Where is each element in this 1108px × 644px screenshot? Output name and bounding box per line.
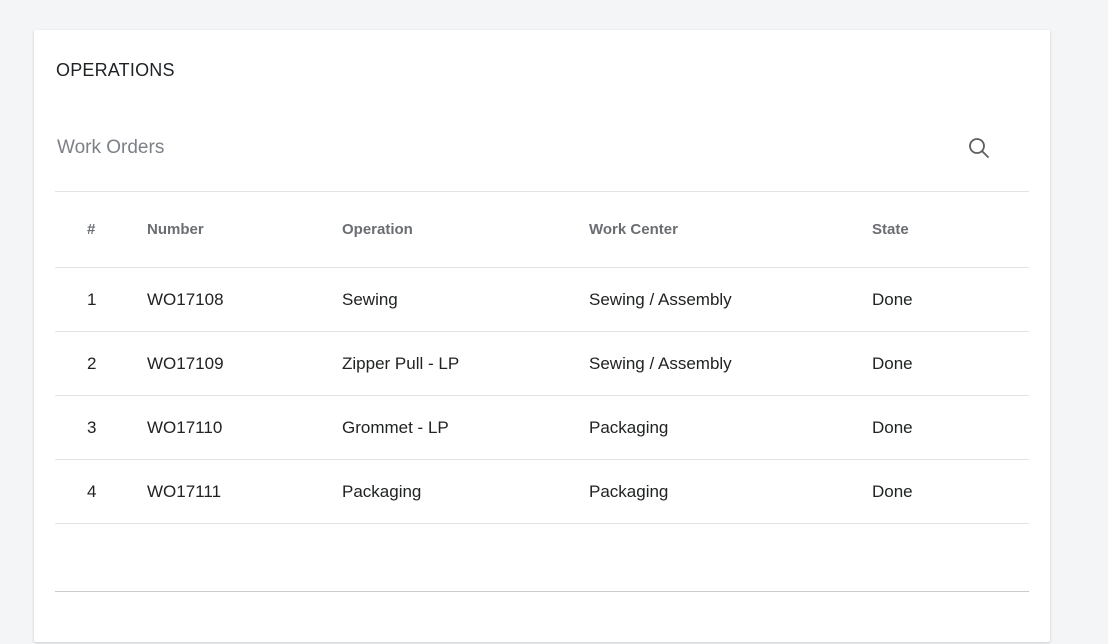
cell-index: 1 xyxy=(55,267,147,332)
cell-number: WO17108 xyxy=(147,267,342,332)
operations-table: # Number Operation Work Center State 1 W… xyxy=(55,192,1029,524)
cell-state: Done xyxy=(872,331,1029,396)
cell-index: 4 xyxy=(55,459,147,524)
cell-operation: Zipper Pull - LP xyxy=(342,331,589,396)
cell-work-center: Packaging xyxy=(589,459,872,524)
cell-work-center: Packaging xyxy=(589,395,872,460)
column-header-work-center[interactable]: Work Center xyxy=(589,192,872,268)
cell-operation: Sewing xyxy=(342,267,589,332)
table-row[interactable]: 4 WO17111 Packaging Packaging Done xyxy=(55,459,1029,524)
table-header-row: # Number Operation Work Center State xyxy=(55,192,1029,268)
cell-state: Done xyxy=(872,459,1029,524)
search-bar xyxy=(55,118,1029,192)
cell-number: WO17110 xyxy=(147,395,342,460)
column-header-number[interactable]: Number xyxy=(147,192,342,268)
table-row[interactable]: 3 WO17110 Grommet - LP Packaging Done xyxy=(55,395,1029,460)
cell-state: Done xyxy=(872,395,1029,460)
card-title: OPERATIONS xyxy=(56,60,175,80)
work-orders-search-input[interactable] xyxy=(55,136,937,160)
cell-operation: Grommet - LP xyxy=(342,395,589,460)
column-header-state[interactable]: State xyxy=(872,192,1029,268)
table-footer-divider xyxy=(55,591,1029,592)
column-header-index[interactable]: # xyxy=(55,192,147,268)
search-button[interactable] xyxy=(965,134,993,162)
cell-work-center: Sewing / Assembly xyxy=(589,331,872,396)
column-header-operation[interactable]: Operation xyxy=(342,192,589,268)
cell-index: 3 xyxy=(55,395,147,460)
table-row[interactable]: 1 WO17108 Sewing Sewing / Assembly Done xyxy=(55,267,1029,332)
operations-card: OPERATIONS # Number Operation Work Cente… xyxy=(34,30,1050,642)
cell-state: Done xyxy=(872,267,1029,332)
cell-number: WO17111 xyxy=(147,459,342,524)
cell-work-center: Sewing / Assembly xyxy=(589,267,872,332)
cell-number: WO17109 xyxy=(147,331,342,396)
cell-operation: Packaging xyxy=(342,459,589,524)
cell-index: 2 xyxy=(55,331,147,396)
table-row[interactable]: 2 WO17109 Zipper Pull - LP Sewing / Asse… xyxy=(55,331,1029,396)
search-icon xyxy=(969,138,989,158)
